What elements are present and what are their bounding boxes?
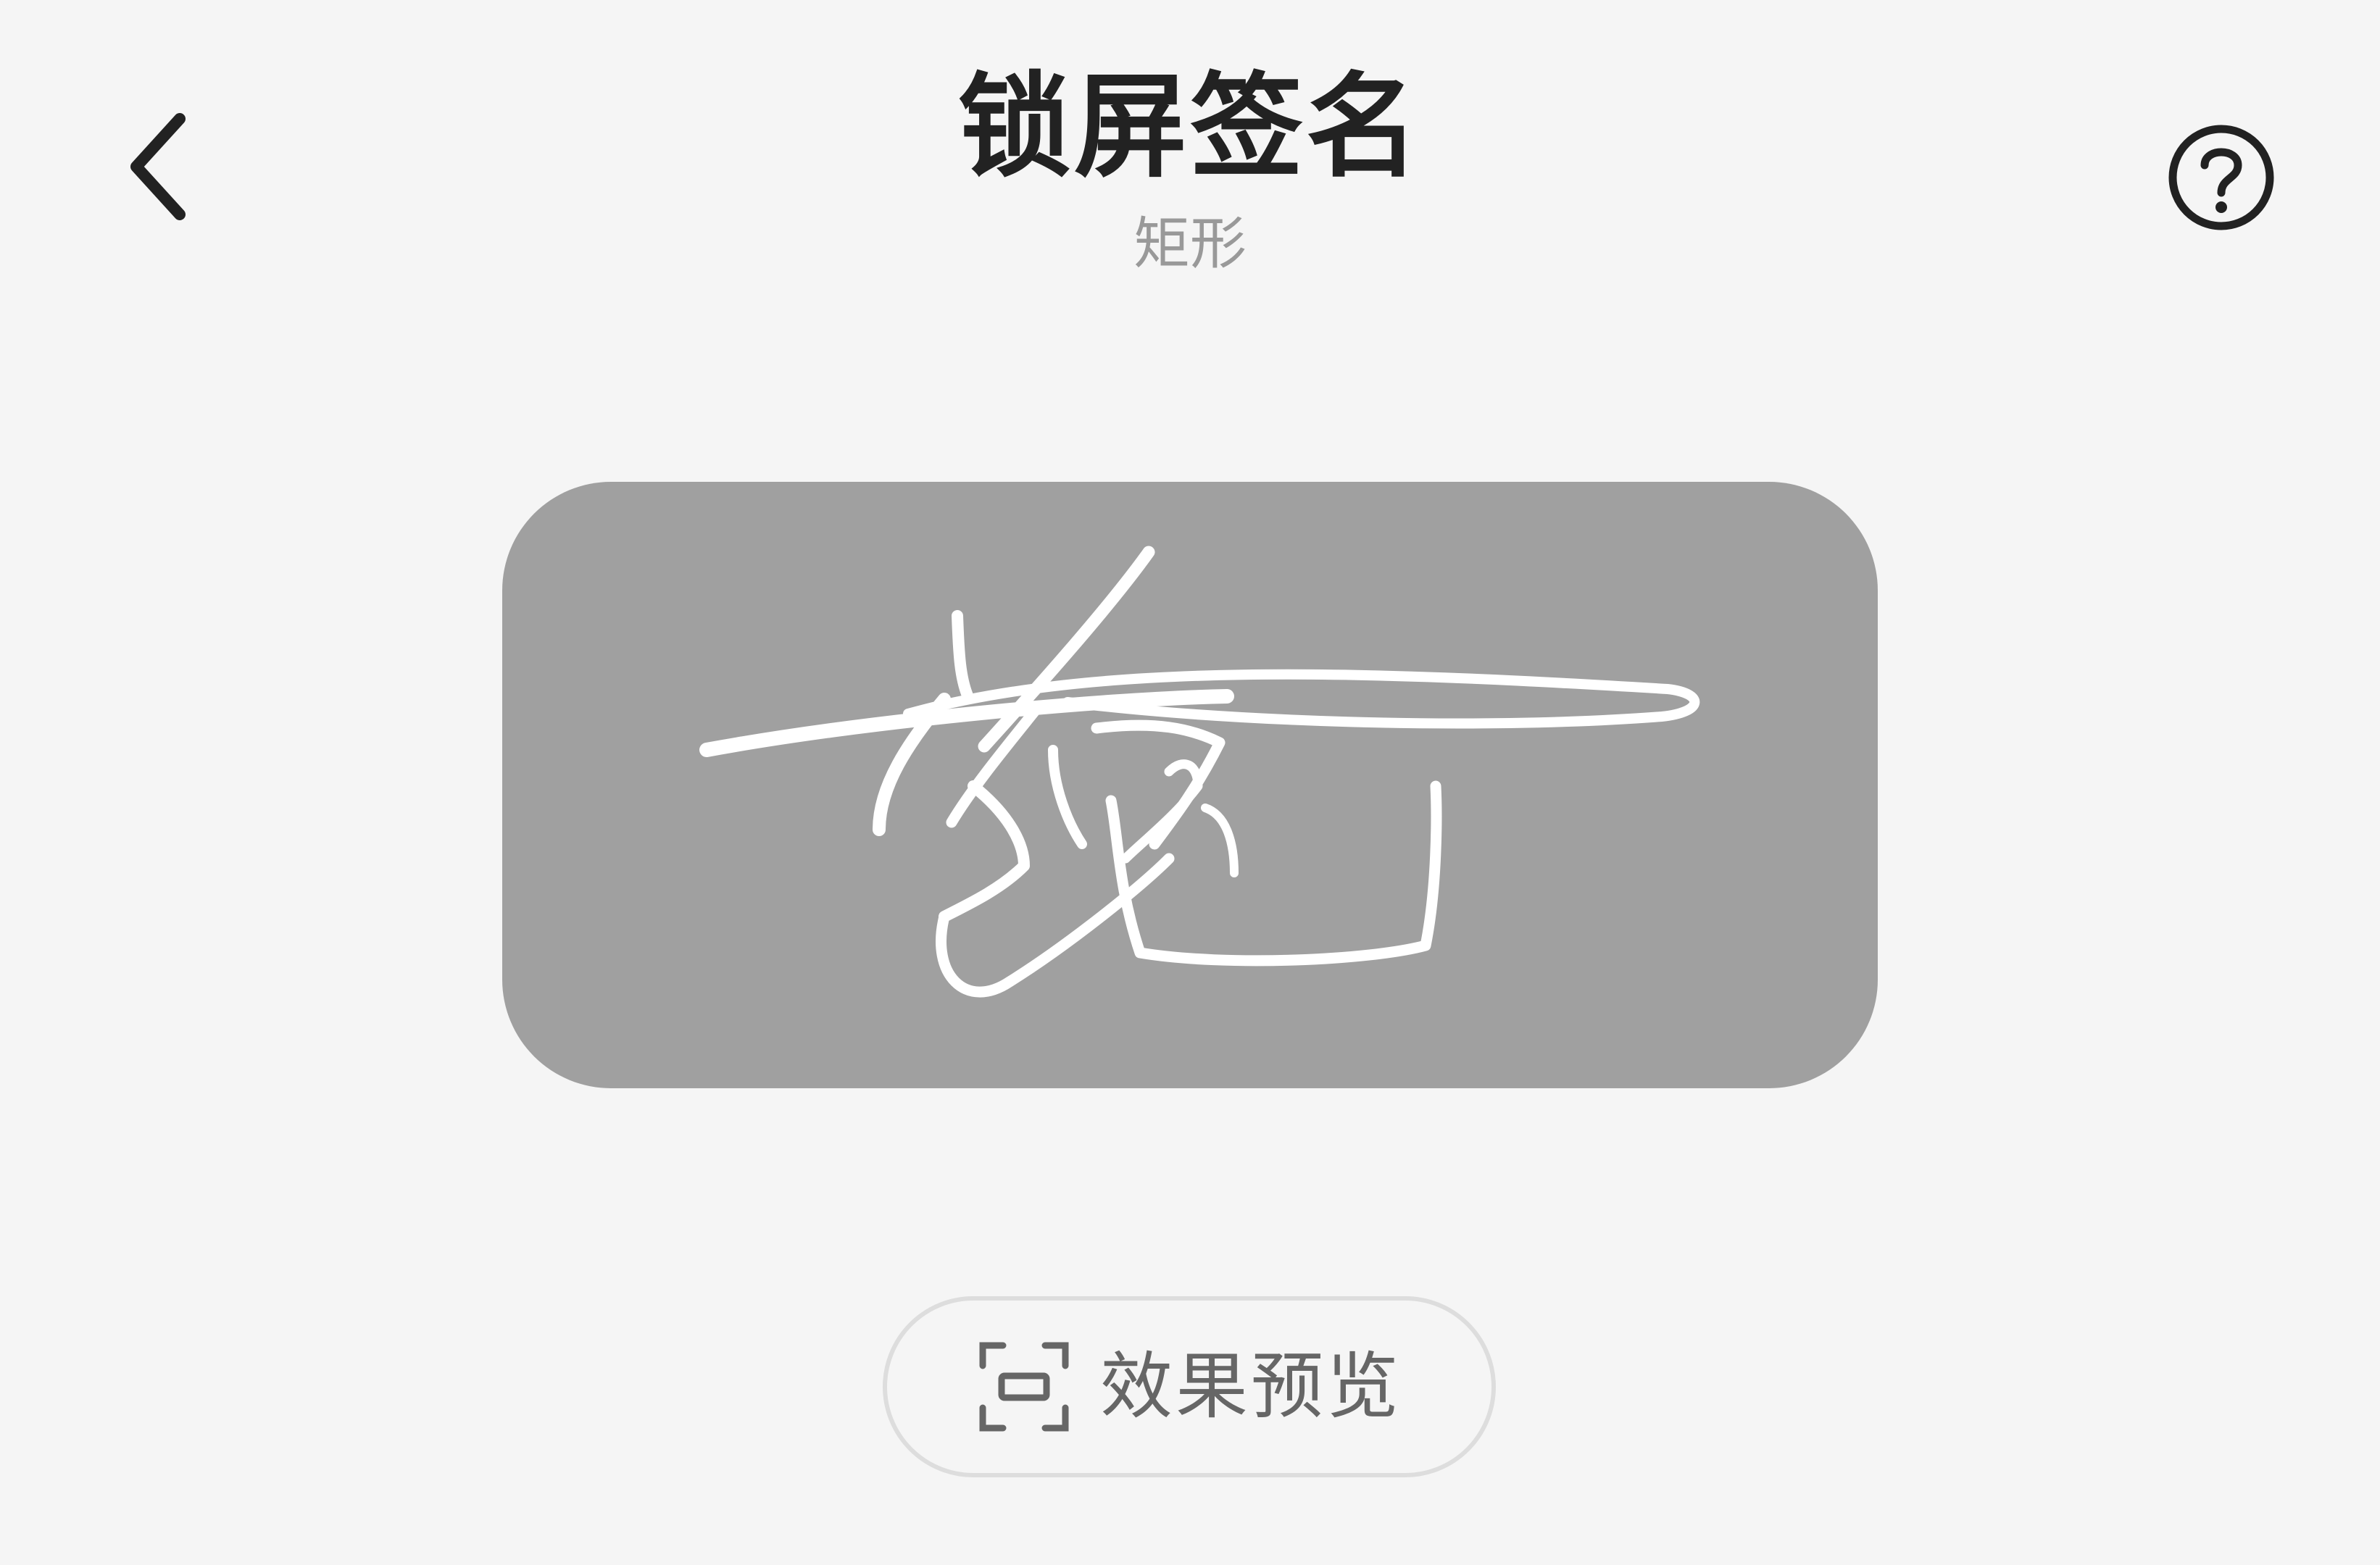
scan-frame-icon [977,1340,1071,1434]
question-circle-icon [2167,123,2276,232]
screen: 锁屏签名 矩形 效果预览 [0,0,2380,1565]
preview-button[interactable]: 效果预览 [883,1296,1496,1477]
signature-drawing [699,546,1700,998]
signature-card[interactable] [502,482,1878,1088]
page-title: 锁屏签名 [958,61,1422,193]
page-subtitle: 矩形 [1133,212,1247,277]
help-button[interactable] [2156,112,2287,243]
preview-button-label: 效果预览 [1100,1344,1402,1429]
